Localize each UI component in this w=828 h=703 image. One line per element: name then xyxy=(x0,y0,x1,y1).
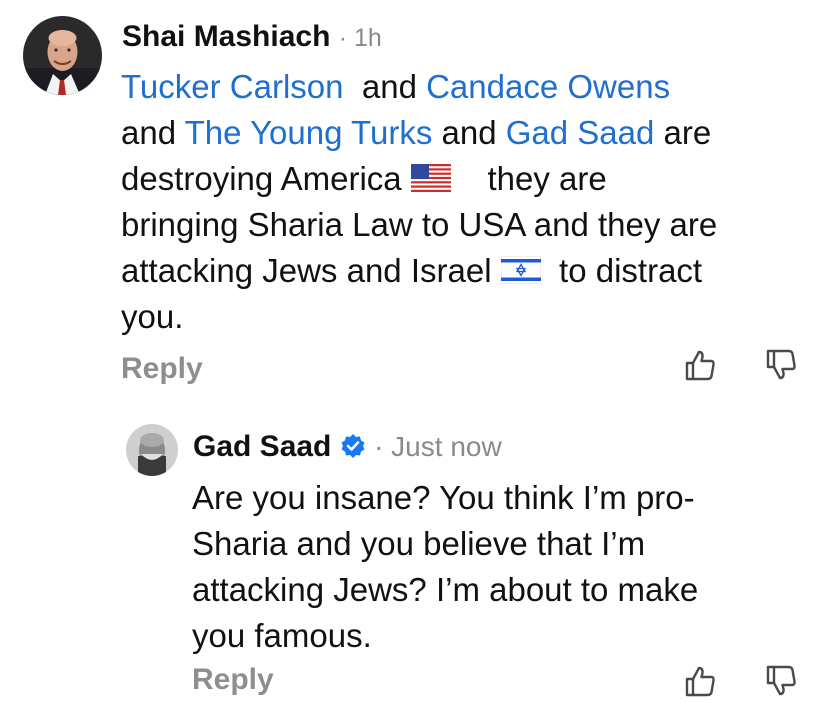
reply-line: attacking Jews? I’m about to make xyxy=(192,571,699,608)
reply-button[interactable]: Reply xyxy=(121,352,203,386)
mention-link[interactable]: The Young Turks xyxy=(185,114,433,151)
comment-text: they are xyxy=(487,160,607,197)
thumbs-down-icon[interactable] xyxy=(764,348,798,382)
comment-line: attacking Jews and Israel to distract xyxy=(121,248,717,294)
comment-line: bringing Sharia Law to USA and they are xyxy=(121,206,718,243)
avatar[interactable] xyxy=(126,424,178,476)
mention-link[interactable]: Candace Owens xyxy=(426,68,670,105)
comment-body: Tucker Carlson and Candace Owens and The… xyxy=(121,64,717,340)
reply-line: you famous. xyxy=(192,617,372,654)
thumbs-up-icon[interactable] xyxy=(683,348,717,382)
reply-time: · Just now xyxy=(374,431,502,462)
avatar[interactable] xyxy=(23,16,102,95)
verified-badge-icon xyxy=(341,434,365,458)
reply-line: Sharia and you believe that I’m xyxy=(192,525,646,562)
comment-author[interactable]: Shai Mashiach · 1h xyxy=(122,20,382,54)
thumbs-down-icon[interactable] xyxy=(764,664,798,698)
comment-time: · 1h xyxy=(338,24,382,52)
comment-text: attacking Jews and Israel xyxy=(121,252,492,289)
thumbs-up-icon[interactable] xyxy=(683,664,717,698)
mention-link[interactable]: Gad Saad xyxy=(506,114,655,151)
mention-link[interactable]: Tucker Carlson xyxy=(121,68,344,105)
comment-text: and xyxy=(361,68,417,105)
reply-line: Are you insane? You think I’m pro- xyxy=(192,479,695,516)
comment-text: destroying America xyxy=(121,160,402,197)
israel-flag-icon xyxy=(500,256,541,284)
reply-author[interactable]: Gad Saad · Just now xyxy=(193,430,502,464)
author-name[interactable]: Shai Mashiach xyxy=(122,20,330,53)
us-flag-icon xyxy=(410,164,451,192)
comment-line: and The Young Turks and Gad Saad are xyxy=(121,110,717,156)
reply-button[interactable]: Reply xyxy=(192,663,274,697)
comment-text: are xyxy=(663,114,712,151)
comment-line: destroying America they are xyxy=(121,156,717,202)
comment-text: and xyxy=(441,114,497,151)
author-name[interactable]: Gad Saad xyxy=(193,430,331,463)
reply-body: Are you insane? You think I’m pro- Shari… xyxy=(192,475,698,659)
comment-line: you. xyxy=(121,298,184,335)
comment-line: Tucker Carlson and Candace Owens xyxy=(121,64,717,110)
comment-text: to distract xyxy=(559,252,703,289)
comment-text: and xyxy=(121,114,177,151)
